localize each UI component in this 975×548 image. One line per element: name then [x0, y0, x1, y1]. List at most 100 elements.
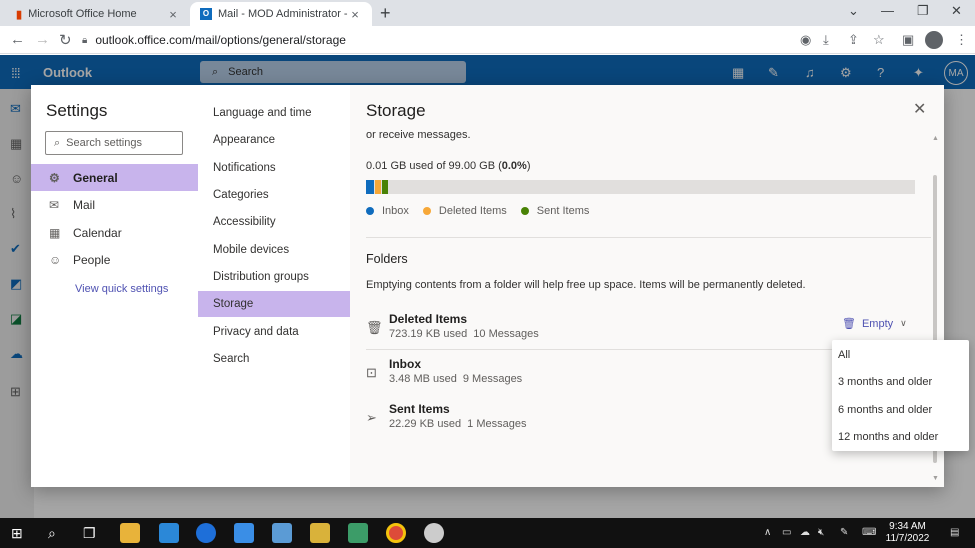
- keyboard-tray-icon[interactable]: ⌨: [862, 527, 876, 538]
- category-label: Mail: [73, 197, 96, 212]
- minimize-icon[interactable]: —: [881, 3, 894, 18]
- menu-item-12-months[interactable]: 12 months and older: [832, 423, 969, 450]
- chrome-icon[interactable]: [386, 523, 406, 543]
- share-icon[interactable]: ⇪: [848, 32, 859, 48]
- file-explorer-icon[interactable]: [120, 523, 140, 543]
- trash-icon: 🗑︎: [366, 320, 383, 335]
- tab-outlook-mail[interactable]: O Mail - MOD Administrator - Outl ×: [190, 2, 372, 26]
- subcategory-storage[interactable]: Storage: [198, 291, 350, 317]
- folder-count: 1 Messages: [467, 418, 527, 430]
- legend-dot: [366, 207, 374, 215]
- close-tab-icon[interactable]: ×: [166, 7, 180, 22]
- eye-icon[interactable]: ◉: [800, 32, 811, 48]
- subcategory-privacy-and-data[interactable]: Privacy and data: [198, 319, 350, 345]
- empty-folder-button[interactable]: 🗑︎ Empty ∨: [842, 317, 907, 331]
- office-icon: ▮: [16, 8, 23, 21]
- intro-text-fragment: or receive messages.: [366, 129, 471, 141]
- close-tab-icon[interactable]: ×: [348, 7, 362, 22]
- inbox-usage-segment: [366, 180, 374, 194]
- address-bar[interactable]: 🔒︎ outlook.office.com/mail/options/gener…: [82, 29, 372, 51]
- folder-count: 10 Messages: [473, 328, 539, 340]
- category-mail[interactable]: ✉ Mail: [31, 191, 198, 218]
- network-tray-icon[interactable]: ▭: [782, 527, 791, 538]
- folder-name: Inbox: [389, 357, 421, 371]
- browser-toolbar: ← → ↻ 🔒︎ outlook.office.com/mail/options…: [0, 26, 975, 54]
- tab-search-chevron-icon[interactable]: ⌄: [848, 3, 859, 19]
- settings-search-input[interactable]: ⌕ Search settings: [45, 131, 183, 155]
- reload-icon[interactable]: ↻: [59, 31, 72, 49]
- system-clock[interactable]: 9:34 AM 11/7/2022: [880, 521, 935, 545]
- side-panel-icon[interactable]: ▣: [902, 32, 914, 48]
- install-icon[interactable]: ⤓: [823, 32, 829, 48]
- legend-label: Inbox: [382, 205, 409, 217]
- clock-date: 11/7/2022: [885, 533, 930, 544]
- category-label: Calendar: [73, 225, 122, 240]
- subcategory-accessibility[interactable]: Accessibility: [198, 209, 350, 235]
- snipping-tool-icon[interactable]: [424, 523, 444, 543]
- url-text: outlook.office.com/mail/options/general/…: [95, 33, 346, 47]
- calendar-icon: ▦: [49, 225, 61, 240]
- legend-item-inbox: Inbox: [366, 205, 409, 217]
- lock-icon: 🔒︎: [82, 34, 88, 46]
- menu-item-all[interactable]: All: [832, 341, 969, 368]
- windows-start-icon[interactable]: ⊞: [11, 525, 23, 542]
- menu-item-3-months[interactable]: 3 months and older: [832, 368, 969, 395]
- close-window-icon[interactable]: ✕: [951, 3, 962, 19]
- tab-title: Mail - MOD Administrator - Outl: [218, 8, 348, 20]
- subcategory-language-and-time[interactable]: Language and time: [198, 100, 350, 126]
- new-tab-button[interactable]: +: [380, 3, 391, 24]
- back-icon[interactable]: ←: [10, 31, 25, 48]
- cloud-tray-icon[interactable]: ☁: [800, 527, 810, 538]
- notifications-icon[interactable]: ▤: [950, 527, 959, 538]
- pen-tray-icon[interactable]: ✎: [840, 527, 848, 538]
- folders-heading: Folders: [366, 252, 408, 266]
- settings-search-placeholder: Search settings: [66, 137, 142, 149]
- windows-taskbar: ⊞ ⌕ ❐ ∧ ▭ ☁ 🔇︎ ✎ ⌨ 9:34 AM 11/7/2022 ▤: [0, 518, 975, 548]
- category-general[interactable]: ⚙ General: [31, 164, 198, 191]
- folder-meta: 22.29 KB used 1 Messages: [389, 418, 526, 430]
- restore-icon[interactable]: ❐: [917, 3, 929, 19]
- gear-icon: ⚙: [49, 170, 60, 185]
- bookmark-star-icon[interactable]: ☆: [873, 32, 885, 48]
- page-title: Storage: [366, 101, 426, 120]
- forward-icon[interactable]: →: [35, 31, 50, 48]
- legend-dot: [422, 207, 431, 215]
- subcategory-search[interactable]: Search: [198, 346, 350, 372]
- store-icon[interactable]: [159, 523, 179, 543]
- menu-item-6-months[interactable]: 6 months and older: [832, 396, 969, 423]
- subcategory-distribution-groups[interactable]: Distribution groups: [198, 264, 350, 290]
- trash-icon: 🗑︎: [842, 318, 856, 330]
- subcategory-appearance[interactable]: Appearance: [198, 127, 350, 153]
- category-calendar[interactable]: ▦ Calendar: [31, 219, 198, 246]
- chevron-down-icon: ∨: [900, 318, 907, 328]
- deleted-items-usage-segment: [375, 180, 381, 194]
- view-quick-settings-link[interactable]: View quick settings: [75, 283, 168, 295]
- profile-icon[interactable]: [925, 31, 943, 49]
- tab-office-home[interactable]: ▮ Microsoft Office Home ×: [6, 2, 190, 26]
- network-icon[interactable]: [272, 523, 292, 543]
- remote-desktop-icon[interactable]: [348, 523, 368, 543]
- tray-chevron-icon[interactable]: ∧: [764, 527, 771, 538]
- people-icon: ☺: [49, 252, 62, 267]
- send-icon: ➢: [366, 410, 377, 425]
- subcategory-mobile-devices[interactable]: Mobile devices: [198, 237, 350, 263]
- folder-size: 3.48 MB used: [389, 373, 457, 385]
- search-icon[interactable]: ⌕: [48, 525, 56, 542]
- volume-muted-icon[interactable]: 🔇︎: [818, 527, 824, 538]
- scroll-down-arrow-icon[interactable]: ▼: [932, 475, 939, 482]
- empty-label: Empty: [861, 317, 894, 330]
- folders-description: Emptying contents from a folder will hel…: [366, 279, 806, 291]
- internet-explorer-icon[interactable]: [196, 523, 216, 543]
- menu-dots-icon[interactable]: ⋮: [955, 32, 968, 48]
- sent-items-usage-segment: [382, 180, 388, 194]
- usage-prefix: 0.01 GB used of 99.00 GB (: [366, 160, 502, 172]
- usage-suffix: ): [526, 160, 531, 172]
- subcategory-categories[interactable]: Categories: [198, 182, 350, 208]
- task-view-icon[interactable]: ❐: [83, 525, 96, 542]
- admin-tools-icon[interactable]: [310, 523, 330, 543]
- server-manager-icon[interactable]: [234, 523, 254, 543]
- subcategory-notifications[interactable]: Notifications: [198, 155, 350, 181]
- close-icon[interactable]: ✕: [913, 99, 926, 119]
- category-people[interactable]: ☺ People: [31, 246, 198, 273]
- scroll-up-arrow-icon[interactable]: ▲: [932, 135, 939, 142]
